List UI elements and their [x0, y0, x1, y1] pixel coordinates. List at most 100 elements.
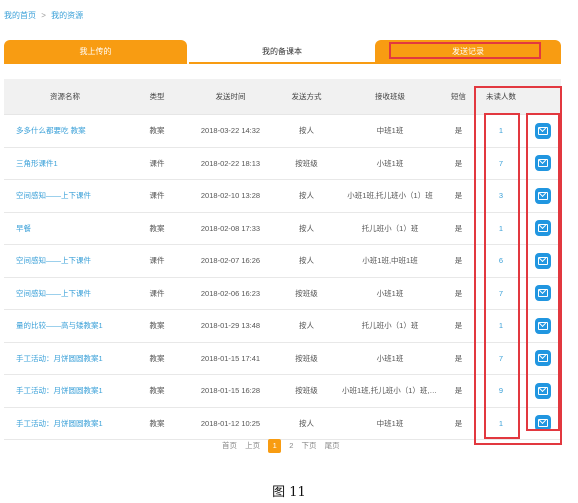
- receiving-class-cell: 中班1班: [340, 114, 440, 148]
- mail-icon[interactable]: [535, 220, 551, 237]
- unread-count-cell: 1: [477, 212, 525, 245]
- resource-name-link[interactable]: 空间感知——上下课件: [4, 277, 126, 310]
- mail-icon[interactable]: [535, 285, 551, 302]
- receiving-class-cell: 小班1班,托儿班小（1）班,中...: [340, 374, 440, 408]
- page-first[interactable]: 首页: [222, 441, 237, 450]
- type-cell: 教案: [126, 212, 188, 245]
- tab-uploaded[interactable]: 我上传的: [4, 40, 187, 64]
- type-cell: 课件: [126, 277, 188, 310]
- mail-icon[interactable]: [535, 317, 551, 334]
- breadcrumb-home-link[interactable]: 我的首页: [4, 11, 36, 20]
- table-row: 手工活动：月饼圆圆教案1 教案 2018-01-15 17:41 按班级 小班1班是 7: [4, 342, 561, 375]
- type-cell: 教案: [126, 374, 188, 408]
- page-current[interactable]: 1: [268, 439, 282, 453]
- header-send-method[interactable]: 发送方式: [273, 79, 340, 115]
- send-time-cell: 2018-02-06 16:23: [188, 277, 273, 310]
- tab-send-records[interactable]: 发送记录: [375, 40, 561, 64]
- send-time-cell: 2018-02-10 13:28: [188, 179, 273, 213]
- send-method-cell: 按人: [273, 179, 340, 213]
- receiving-class-cell: 小班1班,托儿班小（1）班: [340, 179, 440, 213]
- send-method-cell: 按人: [273, 309, 340, 343]
- page-prev[interactable]: 上页: [245, 441, 260, 450]
- send-method-cell: 按班级: [273, 374, 340, 408]
- resource-name-link[interactable]: 多多什么都要吃 教案: [4, 114, 126, 148]
- tab-bar: 我上传的 我的备课本 发送记录: [4, 40, 561, 67]
- header-receiving-class[interactable]: 接收班级: [340, 79, 440, 115]
- page-2[interactable]: 2: [289, 441, 293, 450]
- header-unread-count[interactable]: 未读人数: [477, 79, 525, 115]
- header-type[interactable]: 类型: [126, 79, 188, 115]
- table-row: 空间感知——上下课件 课件 2018-02-06 16:23 按班级 小班1班是 7: [4, 277, 561, 310]
- type-cell: 课件: [126, 147, 188, 180]
- action-cell: [525, 212, 561, 245]
- resource-name-link[interactable]: 手工活动：月饼圆圆教案1: [4, 374, 126, 408]
- resource-name-link[interactable]: 空间感知——上下课件: [4, 244, 126, 278]
- tab-uploaded-label: 我上传的: [79, 47, 112, 56]
- action-cell: [525, 309, 561, 343]
- send-time-cell: 2018-02-07 16:26: [188, 244, 273, 278]
- resource-name-link[interactable]: 三角形课件1: [4, 147, 126, 180]
- mail-icon[interactable]: [535, 187, 551, 204]
- send-method-cell: 按人: [273, 244, 340, 278]
- tab-send-records-label: 发送记录: [452, 47, 484, 56]
- sms-cell: 是: [440, 147, 477, 180]
- table-row: 空间感知——上下课件 课件 2018-02-10 13:28 按人 小班1班,托儿班小（…: [4, 179, 561, 213]
- mail-icon[interactable]: [535, 252, 551, 269]
- unread-count-cell: 7: [477, 147, 525, 180]
- mail-icon[interactable]: [535, 415, 551, 432]
- resource-name-link[interactable]: 量的比较——高与矮教案1: [4, 309, 126, 343]
- resource-name-link[interactable]: 早餐: [4, 212, 126, 245]
- page-last[interactable]: 尾页: [325, 441, 340, 450]
- table-row: 三角形课件1 课件 2018-02-22 18:13 按班级 小班1班是 7: [4, 147, 561, 180]
- breadcrumb: 我的首页 > 我的资源: [4, 10, 83, 21]
- send-records-table: 资源名称 类型 发送时间 发送方式 接收班级 短信 未读人数 多多什么都要吃 教…: [4, 79, 561, 440]
- sms-cell: 是: [440, 342, 477, 375]
- table-row: 量的比较——高与矮教案1 教案 2018-01-29 13:48 按人 托儿班小（1）班…: [4, 309, 561, 343]
- type-cell: 教案: [126, 342, 188, 375]
- resource-name-link[interactable]: 空间感知——上下课件: [4, 179, 126, 213]
- sms-cell: 是: [440, 114, 477, 148]
- mail-icon[interactable]: [535, 350, 551, 367]
- figure-caption: 图 11: [272, 485, 306, 500]
- header-sms[interactable]: 短信: [440, 79, 477, 115]
- action-cell: [525, 374, 561, 408]
- send-method-cell: 按班级: [273, 147, 340, 180]
- table-row: 手工活动：月饼圆圆教案1 教案 2018-01-12 10:25 按人 中班1班是 1: [4, 407, 561, 440]
- sms-cell: 是: [440, 407, 477, 440]
- send-time-cell: 2018-01-15 17:41: [188, 342, 273, 375]
- breadcrumb-current-link[interactable]: 我的资源: [51, 11, 83, 20]
- unread-count-cell: 1: [477, 407, 525, 440]
- tab-lesson-plans[interactable]: 我的备课本: [189, 40, 375, 64]
- table-row: 空间感知——上下课件 课件 2018-02-07 16:26 按人 小班1班,中班1班是…: [4, 244, 561, 278]
- sms-cell: 是: [440, 179, 477, 213]
- sms-cell: 是: [440, 244, 477, 278]
- action-cell: [525, 114, 561, 148]
- send-method-cell: 按人: [273, 212, 340, 245]
- type-cell: 教案: [126, 407, 188, 440]
- table-row: 多多什么都要吃 教案 教案 2018-03-22 14:32 按人 中班1班是 1: [4, 114, 561, 148]
- send-method-cell: 按人: [273, 114, 340, 148]
- mail-icon[interactable]: [535, 155, 551, 172]
- mail-icon[interactable]: [535, 382, 551, 399]
- type-cell: 课件: [126, 179, 188, 213]
- send-method-cell: 按人: [273, 407, 340, 440]
- action-cell: [525, 244, 561, 278]
- table-row: 手工活动：月饼圆圆教案1 教案 2018-01-15 16:28 按班级 小班1班,托儿…: [4, 374, 561, 408]
- type-cell: 教案: [126, 309, 188, 343]
- table-row: 早餐 教案 2018-02-08 17:33 按人 托儿班小（1）班是 1: [4, 212, 561, 245]
- sms-cell: 是: [440, 309, 477, 343]
- resource-name-link[interactable]: 手工活动：月饼圆圆教案1: [4, 342, 126, 375]
- send-time-cell: 2018-01-15 16:28: [188, 374, 273, 408]
- resource-name-link[interactable]: 手工活动：月饼圆圆教案1: [4, 407, 126, 440]
- header-resource-name[interactable]: 资源名称: [4, 79, 126, 115]
- action-cell: [525, 277, 561, 310]
- action-cell: [525, 147, 561, 180]
- mail-icon[interactable]: [535, 122, 551, 139]
- send-time-cell: 2018-03-22 14:32: [188, 114, 273, 148]
- sms-cell: 是: [440, 277, 477, 310]
- header-send-time[interactable]: 发送时间: [188, 79, 273, 115]
- receiving-class-cell: 小班1班: [340, 342, 440, 375]
- unread-count-cell: 1: [477, 114, 525, 148]
- page-next[interactable]: 下页: [302, 441, 317, 450]
- receiving-class-cell: 小班1班,中班1班: [340, 244, 440, 278]
